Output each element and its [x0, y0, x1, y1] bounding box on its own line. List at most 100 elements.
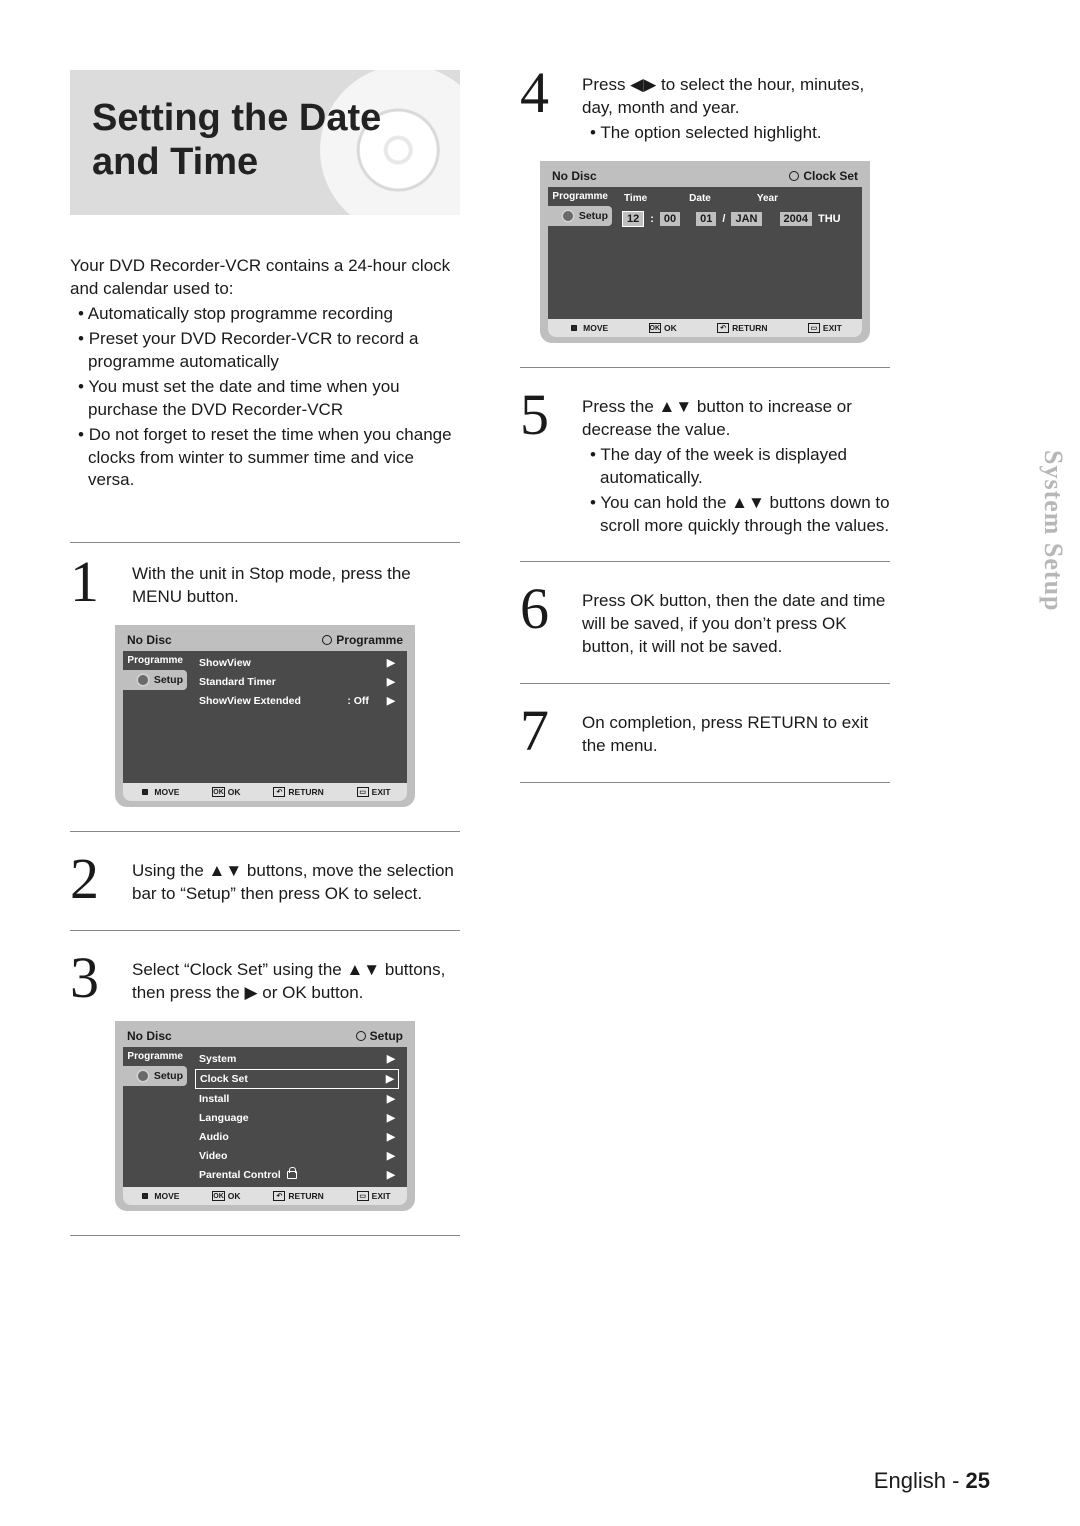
ok-icon: OK	[212, 787, 225, 797]
title-block: Setting the Date and Time	[70, 70, 460, 215]
divider	[520, 782, 890, 783]
clock-head-time: Time	[624, 193, 647, 204]
osd-sidebar-setup: Setup	[123, 670, 187, 690]
move-icon	[568, 322, 580, 334]
osd-status: No Disc	[127, 633, 172, 647]
clock-dow: THU	[818, 213, 841, 225]
step-1: 1 With the unit in Stop mode, press the …	[70, 559, 460, 609]
return-icon: ↶	[273, 787, 285, 797]
chevron-right-icon: ▶	[387, 695, 395, 707]
osd-menu-item-selected: Clock Set▶	[195, 1069, 399, 1089]
lock-icon	[287, 1171, 297, 1179]
step-4: 4 Press ◀▶ to select the hour, minutes, …	[520, 70, 890, 145]
clock-hour: 12	[622, 211, 644, 227]
divider	[520, 683, 890, 684]
osd-menu-item: Video▶	[195, 1147, 399, 1165]
step-text: Press ◀▶ to select the hour, minutes, da…	[582, 70, 890, 145]
clock-month: JAN	[731, 212, 761, 226]
step-text: Select “Clock Set” using the ▲▼ buttons,…	[132, 955, 460, 1005]
osd-sidebar-setup: Setup	[123, 1066, 187, 1086]
divider	[70, 1235, 460, 1236]
divider	[520, 367, 890, 368]
osd-sidebar-setup: Setup	[548, 206, 612, 226]
step-number: 2	[70, 856, 116, 902]
step-6: 6 Press OK button, then the date and tim…	[520, 586, 890, 659]
osd-footbar: MOVE OKOK ↶RETURN ▭EXIT	[548, 319, 862, 337]
step-number: 5	[520, 392, 566, 438]
step-7: 7 On completion, press RETURN to exit th…	[520, 708, 890, 758]
clock-minute: 00	[660, 212, 680, 226]
chevron-right-icon: ▶	[387, 676, 395, 688]
intro-bullet: • Preset your DVD Recorder-VCR to record…	[70, 328, 460, 374]
clock-head-year: Year	[757, 193, 778, 204]
gear-icon	[136, 1069, 150, 1083]
osd-title: Clock Set	[789, 169, 858, 183]
updown-icon: ▲▼	[346, 960, 380, 979]
step-3: 3 Select “Clock Set” using the ▲▼ button…	[70, 955, 460, 1005]
osd-title: Programme	[322, 633, 403, 647]
exit-icon: ▭	[357, 787, 369, 797]
step-2: 2 Using the ▲▼ buttons, move the selecti…	[70, 856, 460, 906]
return-icon: ↶	[273, 1191, 285, 1201]
gear-icon	[136, 673, 150, 687]
osd-menu-item: Language▶	[195, 1109, 399, 1127]
step-number: 7	[520, 708, 566, 754]
intro-bullet: • You must set the date and time when yo…	[70, 376, 460, 422]
intro-bullet: • Do not forget to reset the time when y…	[70, 424, 460, 493]
intro-bullet: • Automatically stop programme recording	[70, 303, 460, 326]
intro-text: Your DVD Recorder-VCR contains a 24-hour…	[70, 255, 460, 492]
osd-menu-item: System▶	[195, 1050, 399, 1068]
divider	[70, 930, 460, 931]
step-5: 5 Press the ▲▼ button to increase or dec…	[520, 392, 890, 538]
left-column: Setting the Date and Time Your DVD Recor…	[70, 70, 460, 1236]
step-text: Press the ▲▼ button to increase or decre…	[582, 392, 890, 538]
osd-menu-item: Standard Timer▶	[195, 673, 399, 691]
step-number: 3	[70, 955, 116, 1001]
step-text: On completion, press RETURN to exit the …	[582, 708, 890, 758]
osd-footbar: MOVE OKOK ↶RETURN ▭EXIT	[123, 1187, 407, 1205]
osd-footbar: MOVE OKOK ↶RETURN ▭EXIT	[123, 783, 407, 801]
exit-icon: ▭	[357, 1191, 369, 1201]
page-number: English - 25	[874, 1468, 990, 1494]
gear-icon	[561, 209, 575, 223]
updown-icon: ▲▼	[731, 493, 765, 512]
divider	[520, 561, 890, 562]
step-number: 4	[520, 70, 566, 116]
osd-menu-item: Audio▶	[195, 1128, 399, 1146]
osd-menu-item: Install▶	[195, 1090, 399, 1108]
osd-menu-item: Parental Control▶	[195, 1166, 399, 1184]
step-number: 6	[520, 586, 566, 632]
osd-screen-clockset: No Disc Clock Set Programme Setup Time D…	[540, 161, 870, 343]
osd-sidebar-programme: Programme	[548, 187, 612, 206]
exit-icon: ▭	[808, 323, 820, 333]
section-tab: System Setup	[1038, 450, 1068, 612]
right-column: 4 Press ◀▶ to select the hour, minutes, …	[520, 70, 910, 1236]
step-text: Using the ▲▼ buttons, move the selection…	[132, 856, 460, 906]
move-icon	[139, 1190, 151, 1202]
ok-icon: OK	[649, 323, 662, 333]
osd-status: No Disc	[127, 1029, 172, 1043]
osd-title: Setup	[356, 1029, 403, 1043]
clock-year: 2004	[780, 212, 812, 226]
move-icon	[139, 786, 151, 798]
osd-screen-setup: No Disc Setup Programme Setup System▶ Cl…	[115, 1021, 415, 1211]
return-icon: ↶	[717, 323, 729, 333]
step-number: 1	[70, 559, 116, 605]
osd-status: No Disc	[552, 169, 597, 183]
updown-icon: ▲▼	[659, 397, 693, 416]
ok-icon: OK	[212, 1191, 225, 1201]
osd-sidebar-programme: Programme	[123, 1047, 187, 1066]
page-title: Setting the Date and Time	[92, 97, 438, 184]
intro-lead: Your DVD Recorder-VCR contains a 24-hour…	[70, 255, 460, 301]
clock-day: 01	[696, 212, 716, 226]
step-text: Press OK button, then the date and time …	[582, 586, 890, 659]
osd-menu-item: ShowView Extended: Off▶	[195, 692, 399, 710]
osd-menu-item: ShowView▶	[195, 654, 399, 672]
osd-screen-programme: No Disc Programme Programme Setup ShowVi…	[115, 625, 415, 807]
updown-icon: ▲▼	[209, 861, 243, 880]
step-text: With the unit in Stop mode, press the ME…	[132, 559, 460, 609]
divider	[70, 831, 460, 832]
divider	[70, 542, 460, 543]
clock-head-date: Date	[689, 193, 711, 204]
osd-sidebar-programme: Programme	[123, 651, 187, 670]
